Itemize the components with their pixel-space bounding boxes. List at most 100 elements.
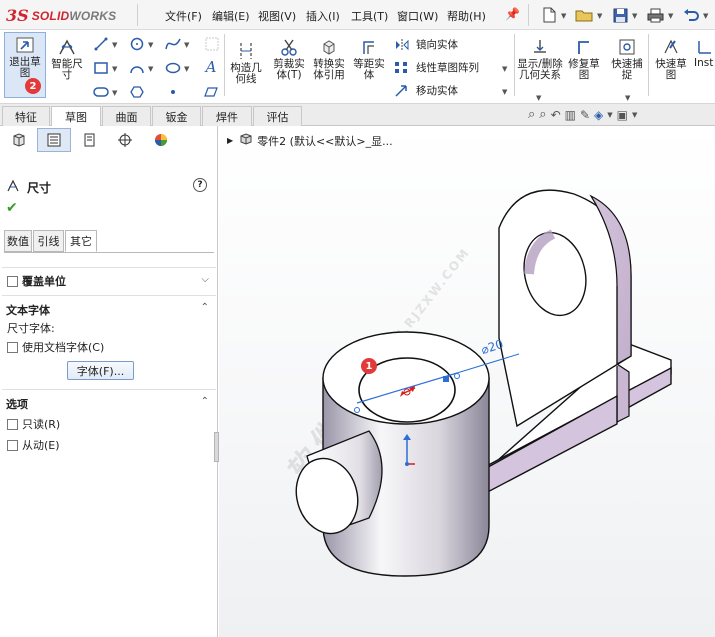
tab-value[interactable]: 数值 [4, 230, 32, 252]
rectangle-icon[interactable] [92, 59, 110, 77]
undo-icon[interactable] [680, 4, 702, 26]
override-units-checkbox[interactable]: 覆盖单位 [7, 273, 66, 289]
chevron-down-icon[interactable]: ▼ [184, 65, 189, 73]
tab-surfaces[interactable]: 曲面 [102, 106, 151, 126]
chevron-down-icon[interactable]: ▼ [632, 12, 637, 20]
tab-sheet-metal[interactable]: 钣金 [152, 106, 201, 126]
3d-model-view[interactable] [219, 126, 715, 637]
command-manager-tabs: 特征 草图 曲面 钣金 焊件 评估 ⌕ ⌕ ↶ ▥ ✎ ◈ ▼ ▣ ▼ [0, 104, 715, 127]
mirror-entities-button[interactable]: 镜向实体 [394, 37, 458, 52]
zoom-area-icon[interactable]: ⌕ [539, 107, 546, 122]
chevron-down-icon[interactable]: ▼ [632, 111, 637, 119]
divider [528, 4, 529, 26]
tab-features[interactable]: 特征 [2, 106, 50, 126]
text-icon[interactable]: A [202, 58, 220, 76]
dimxpert-manager-tab[interactable] [108, 128, 142, 152]
divider [137, 4, 138, 26]
chevron-up-icon[interactable]: ⌃ [201, 302, 209, 313]
chevron-down-icon[interactable]: ⌵ [201, 274, 209, 285]
tab-other[interactable]: 其它 [65, 230, 97, 252]
chevron-down-icon[interactable]: ▼ [148, 65, 153, 73]
use-document-font-checkbox[interactable]: 使用文档字体(C) [7, 339, 104, 355]
menu-edit[interactable]: 编辑(E) [212, 8, 250, 24]
linear-pattern-label: 线性草图阵列 [416, 62, 479, 74]
circle-icon[interactable] [128, 35, 146, 53]
property-manager-tab[interactable] [37, 128, 71, 152]
chevron-down-icon[interactable]: ▼ [561, 12, 566, 20]
divider [648, 34, 649, 96]
menu-view[interactable]: 视图(V) [258, 8, 296, 24]
mirror-entities-label: 镜向实体 [416, 39, 458, 51]
convert-entities-button[interactable]: 转换实体引用 [310, 36, 348, 81]
display-delete-relations-button[interactable]: 显示/删除几何关系 [517, 36, 563, 81]
chevron-down-icon[interactable]: ▼ [502, 65, 507, 73]
view-orientation-icon[interactable]: ◈ [594, 108, 603, 122]
construction-geometry-button[interactable]: 构造几何线 [226, 40, 266, 85]
checkbox-box[interactable] [7, 418, 18, 430]
slot-icon[interactable] [92, 83, 110, 101]
quick-snaps-button[interactable]: 快速捕捉 [607, 36, 647, 81]
ok-checkmark-icon[interactable]: ✔ [6, 200, 18, 216]
previous-view-icon[interactable]: ↶ [551, 108, 561, 122]
chevron-down-icon[interactable]: ▼ [597, 12, 602, 20]
menu-tools[interactable]: 工具(T) [351, 8, 388, 24]
linear-pattern-button[interactable]: 线性草图阵列 [394, 60, 479, 75]
plane-icon[interactable] [202, 83, 220, 101]
command-manager-ribbon: 退出草图 2 智能尺寸 ▼ ▼ ▼ ▼ ▼ ▼ A ▼ 构造几何线 剪裁实体(T… [0, 30, 715, 104]
offset-entities-button[interactable]: 等距实体 [350, 36, 388, 81]
section-view-icon[interactable]: ▥ [565, 108, 576, 122]
pin-icon[interactable]: 📌 [505, 7, 520, 21]
line-icon[interactable] [92, 35, 110, 53]
checkbox-box[interactable] [7, 341, 18, 353]
menu-insert[interactable]: 插入(I) [306, 8, 340, 24]
point-icon[interactable] [164, 83, 182, 101]
tab-leaders[interactable]: 引线 [33, 230, 64, 252]
tab-weldments[interactable]: 焊件 [202, 106, 252, 126]
chevron-down-icon[interactable]: ▼ [668, 12, 673, 20]
chevron-down-icon[interactable]: ▼ [112, 89, 117, 97]
tab-sketch[interactable]: 草图 [51, 106, 101, 127]
chevron-down-icon[interactable]: ▼ [703, 12, 708, 20]
ellipse-icon[interactable] [164, 59, 182, 77]
spline-icon[interactable] [164, 35, 182, 53]
chevron-down-icon[interactable]: ▼ [607, 111, 612, 119]
arc-icon[interactable] [128, 59, 146, 77]
font-button[interactable]: 字体(F)... [67, 361, 134, 380]
chevron-down-icon[interactable]: ▼ [148, 41, 153, 49]
graphics-area[interactable]: ▶ 零件2 (默认<<默认>_显... 软件自学网 WWW.RJZXW.COM [219, 126, 715, 637]
readonly-checkbox[interactable]: 只读(R) [7, 416, 60, 432]
help-icon[interactable]: ? [193, 178, 207, 192]
checkbox-box[interactable] [7, 275, 18, 287]
configuration-manager-tab[interactable] [73, 128, 107, 152]
menu-window[interactable]: 窗口(W) [397, 8, 438, 24]
chevron-down-icon[interactable]: ▼ [625, 94, 630, 102]
repair-sketch-button[interactable]: 修复草图 [565, 36, 603, 81]
chevron-down-icon[interactable]: ▼ [184, 41, 189, 49]
zoom-to-fit-icon[interactable]: ⌕ [528, 107, 535, 122]
polygon-icon[interactable] [128, 83, 146, 101]
dynamic-annotation-icon[interactable]: ✎ [580, 108, 590, 122]
feature-manager-tab[interactable] [2, 128, 36, 152]
tab-evaluate[interactable]: 评估 [253, 106, 302, 126]
chevron-down-icon[interactable]: ▼ [536, 94, 541, 102]
rapid-sketch-button[interactable]: 快速草图 [651, 36, 691, 81]
chevron-down-icon[interactable]: ▼ [112, 65, 117, 73]
new-document-icon[interactable] [538, 4, 560, 26]
chevron-down-icon[interactable]: ▼ [112, 41, 117, 49]
print-icon[interactable] [644, 4, 666, 26]
menu-help[interactable]: 帮助(H) [447, 8, 486, 24]
use-document-font-label: 使用文档字体(C) [22, 341, 105, 354]
instant2d-button[interactable]: Inst [694, 36, 715, 69]
open-folder-icon[interactable] [573, 4, 595, 26]
smart-dimension-button[interactable]: 智能尺寸 [49, 36, 85, 81]
chevron-down-icon[interactable]: ▼ [502, 88, 507, 96]
menu-file[interactable]: 文件(F) [165, 8, 202, 24]
chevron-up-icon[interactable]: ⌃ [201, 396, 209, 407]
move-entities-button[interactable]: 移动实体 [394, 83, 458, 98]
display-style-icon[interactable]: ▣ [617, 108, 628, 122]
checkbox-box[interactable] [7, 439, 18, 451]
trim-entities-button[interactable]: 剪裁实体(T) [269, 36, 309, 81]
driven-checkbox[interactable]: 从动(E) [7, 437, 60, 453]
display-manager-tab[interactable] [144, 128, 178, 152]
save-icon[interactable] [609, 4, 631, 26]
